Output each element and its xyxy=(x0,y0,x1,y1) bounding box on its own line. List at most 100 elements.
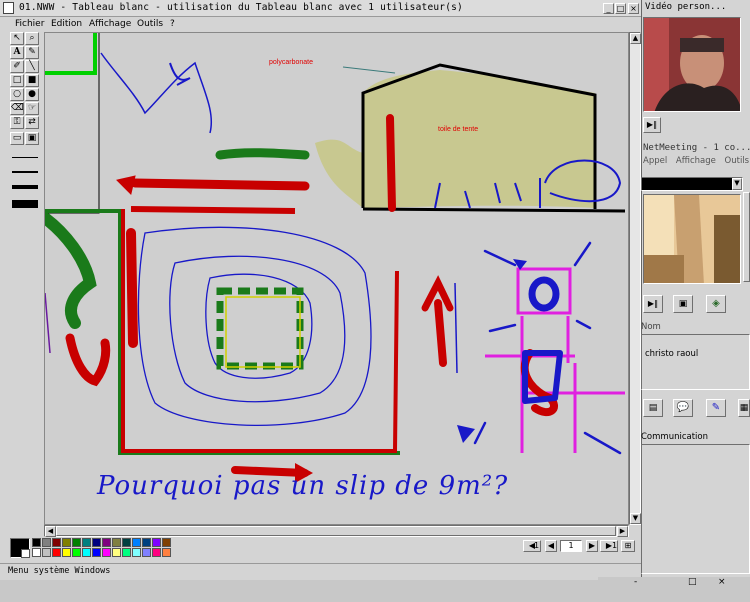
palette-swatch[interactable] xyxy=(32,538,41,547)
khaki-fill xyxy=(315,70,595,208)
palette-swatch[interactable] xyxy=(72,538,81,547)
label-polycarbonate: polycarbonate xyxy=(269,59,313,66)
nm-side-scroll[interactable] xyxy=(743,192,750,282)
text-tool-icon[interactable]: A xyxy=(10,46,24,59)
palette-swatch[interactable] xyxy=(142,548,151,557)
title-bar[interactable]: 01.NWW - Tableau blanc - utilisation du … xyxy=(0,0,643,17)
sync-page-icon[interactable]: ⇄ xyxy=(25,116,39,129)
palette-swatch[interactable] xyxy=(82,548,91,557)
scroll-down-icon[interactable]: ▼ xyxy=(630,513,641,524)
red-arrowhead-top xyxy=(116,175,136,195)
ctrl-minimize[interactable]: - xyxy=(634,577,637,587)
select-area-icon[interactable]: ▭ xyxy=(10,132,24,145)
rect-filled-icon[interactable]: ■ xyxy=(25,74,39,87)
scroll-up-icon[interactable]: ▲ xyxy=(630,33,641,44)
palette-swatch[interactable] xyxy=(102,538,111,547)
share-program-icon[interactable]: ▤ xyxy=(643,399,663,417)
ellipse-empty-icon[interactable]: ○ xyxy=(10,88,24,101)
menu-outils[interactable]: Outils xyxy=(137,19,163,29)
picture-in-picture-icon[interactable]: ▣ xyxy=(673,295,693,313)
pause-video-icon[interactable]: ▶‖ xyxy=(643,117,661,133)
select-arrow-icon[interactable]: ↖ xyxy=(10,32,24,45)
ellipse-filled-icon[interactable]: ● xyxy=(25,88,39,101)
menu-edition[interactable]: Edition xyxy=(51,19,82,29)
line-width-1[interactable] xyxy=(12,157,38,158)
blue-scribble xyxy=(100,52,213,134)
menu-fichier[interactable]: Fichier xyxy=(15,19,44,29)
minimize-button[interactable]: _ xyxy=(603,3,614,14)
chat-icon[interactable]: 💬 xyxy=(673,399,693,417)
ground-line xyxy=(362,207,626,213)
nm-menu-outils[interactable]: Outils xyxy=(725,156,750,166)
nm-menu-appel[interactable]: Appel xyxy=(643,156,667,166)
palette-swatch[interactable] xyxy=(122,548,131,557)
vertical-scrollbar[interactable]: ▲ ▼ xyxy=(629,32,641,525)
file-transfer-icon[interactable]: ▦ xyxy=(738,399,750,417)
palette-swatch[interactable] xyxy=(112,548,121,557)
lock-contents-icon[interactable]: ⚿ xyxy=(10,116,24,129)
line-width-4[interactable] xyxy=(12,200,38,208)
whiteboard-canvas[interactable]: polycarbonate toile de tente Pourquoi pa… xyxy=(44,32,629,525)
palette-swatch[interactable] xyxy=(112,538,121,547)
close-button[interactable]: × xyxy=(628,3,639,14)
eraser-icon[interactable]: ⌫ xyxy=(10,102,24,115)
blue-circle-top xyxy=(528,276,560,312)
insert-page-icon[interactable]: ⊞ xyxy=(621,540,635,552)
rect-empty-icon[interactable]: □ xyxy=(10,74,24,87)
palette-swatch[interactable] xyxy=(152,538,161,547)
participant-christo-raoul[interactable]: christo raoul xyxy=(645,349,698,359)
local-play-pause-icon[interactable]: ▶‖ xyxy=(643,295,663,313)
scroll-left-icon[interactable]: ◀ xyxy=(45,526,56,537)
people-list: christo raoul xyxy=(641,334,750,390)
page-number-field[interactable]: 1 xyxy=(560,540,582,552)
palette-swatch[interactable] xyxy=(142,538,151,547)
green-corner-stroke xyxy=(45,33,97,75)
call-address-field[interactable]: ▼ xyxy=(641,177,743,191)
palette-swatch[interactable] xyxy=(82,538,91,547)
address-dropdown-icon[interactable]: ▼ xyxy=(732,178,742,190)
palette-swatch[interactable] xyxy=(132,538,141,547)
palette-swatch[interactable] xyxy=(162,548,171,557)
scroll-right-icon[interactable]: ▶ xyxy=(617,526,628,537)
whiteboard-app-icon[interactable] xyxy=(3,2,14,14)
line-width-2[interactable] xyxy=(12,171,38,173)
pen-icon[interactable]: ✐ xyxy=(10,60,24,73)
purple-stroke xyxy=(45,292,51,354)
palette-swatch[interactable] xyxy=(92,548,101,557)
palette-swatch[interactable] xyxy=(72,548,81,557)
palette-swatch[interactable] xyxy=(102,548,111,557)
palette-swatch[interactable] xyxy=(62,548,71,557)
palette-swatch[interactable] xyxy=(62,538,71,547)
maximize-button[interactable]: □ xyxy=(615,3,626,14)
palette-swatch[interactable] xyxy=(52,538,61,547)
select-window-icon[interactable]: ▣ xyxy=(25,132,39,145)
menu-help[interactable]: ? xyxy=(170,19,175,29)
ctrl-restore[interactable]: □ xyxy=(688,577,697,587)
next-page-button[interactable]: ▶ xyxy=(586,540,598,552)
horizontal-scrollbar[interactable]: ◀ ▶ xyxy=(44,525,629,537)
palette-swatch[interactable] xyxy=(162,538,171,547)
line-width-3[interactable] xyxy=(12,185,38,189)
red-frame-top xyxy=(130,206,296,214)
palette-swatch[interactable] xyxy=(122,538,131,547)
palette-swatch[interactable] xyxy=(92,538,101,547)
zoom-icon[interactable]: ⌕ xyxy=(25,32,39,45)
whiteboard-icon[interactable]: ✎ xyxy=(706,399,726,417)
prev-page-button[interactable]: ◀ xyxy=(545,540,557,552)
nm-menu-affichage[interactable]: Affichage xyxy=(676,156,716,166)
palette-swatch[interactable] xyxy=(42,548,51,557)
palette-swatch[interactable] xyxy=(52,548,61,557)
line-icon[interactable]: ╲ xyxy=(25,60,39,73)
palette-swatch[interactable] xyxy=(132,548,141,557)
palette-swatch[interactable] xyxy=(152,548,161,557)
red-hook-left xyxy=(65,333,111,387)
menu-affichage[interactable]: Affichage xyxy=(89,19,131,29)
label-toile: toile de tente xyxy=(438,126,479,133)
scroll-thumb[interactable] xyxy=(56,526,616,536)
remote-pointer-icon[interactable]: ☞ xyxy=(25,102,39,115)
highlighter-icon[interactable]: ✎ xyxy=(25,46,39,59)
adjust-audio-icon[interactable]: ◈ xyxy=(706,295,726,313)
palette-swatch[interactable] xyxy=(42,538,51,547)
palette-swatch[interactable] xyxy=(32,548,41,557)
ctrl-close[interactable]: × xyxy=(718,577,726,587)
